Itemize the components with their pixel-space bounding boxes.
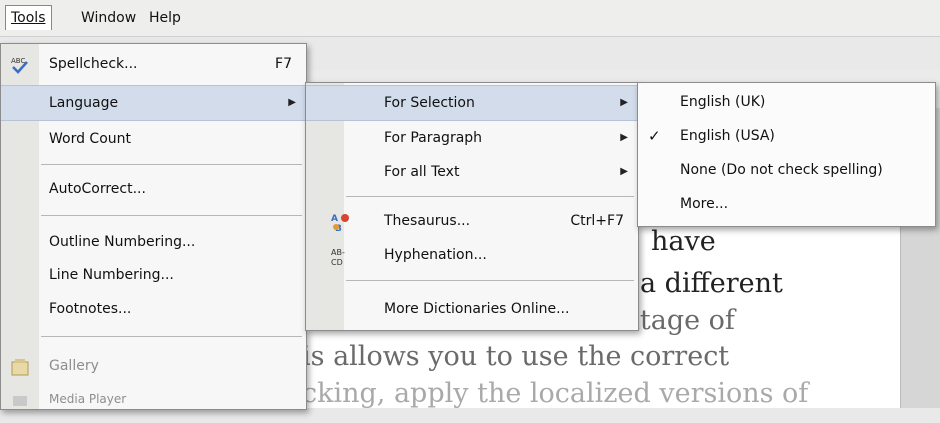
menu-item-gallery[interactable]: Gallery bbox=[1, 349, 306, 383]
menu-item-thesaurus[interactable]: AB Thesaurus... Ctrl+F7 bbox=[306, 204, 638, 238]
hyphenation-icon: AB- CD bbox=[331, 245, 351, 267]
document-text-line: cking, apply the localized versions of bbox=[302, 378, 809, 409]
menu-item-autocorrect[interactable]: AutoCorrect... bbox=[1, 172, 306, 206]
svg-text:CD: CD bbox=[331, 258, 343, 266]
thesaurus-icon: AB bbox=[331, 211, 351, 234]
tools-menu: ABC Spellcheck... F7 Language ▶ Word Cou… bbox=[0, 43, 307, 410]
submenu-arrow-icon: ▶ bbox=[288, 97, 296, 108]
menu-item-english-usa[interactable]: ✓ English (USA) bbox=[638, 119, 935, 153]
media-player-icon bbox=[10, 389, 30, 409]
menu-item-language[interactable]: Language ▶ bbox=[1, 85, 306, 121]
language-submenu: For Selection ▶ For Paragraph ▶ For all … bbox=[305, 82, 639, 331]
menu-item-for-paragraph[interactable]: For Paragraph ▶ bbox=[306, 121, 638, 155]
submenu-arrow-icon: ▶ bbox=[620, 132, 628, 143]
svg-text:AB-: AB- bbox=[331, 248, 345, 257]
svg-text:ABC: ABC bbox=[11, 57, 25, 65]
menu-item-outline-numbering[interactable]: Outline Numbering... bbox=[1, 225, 306, 259]
menu-item-more-languages[interactable]: More... bbox=[638, 187, 935, 221]
menu-separator bbox=[346, 196, 634, 197]
abc-check-icon: ABC bbox=[10, 54, 30, 74]
menu-item-media-player[interactable]: Media Player bbox=[1, 382, 306, 416]
menu-item-for-selection[interactable]: For Selection ▶ bbox=[306, 85, 638, 121]
menu-help[interactable]: Help bbox=[144, 6, 186, 30]
menu-item-line-numbering[interactable]: Line Numbering... bbox=[1, 258, 306, 292]
menu-window[interactable]: Window bbox=[76, 6, 141, 30]
menu-item-hyphenation[interactable]: AB- CD Hyphenation... bbox=[306, 238, 638, 272]
menu-item-english-uk[interactable]: English (UK) bbox=[638, 85, 935, 119]
submenu-arrow-icon: ▶ bbox=[620, 97, 628, 108]
menu-separator bbox=[41, 164, 302, 165]
menu-item-more-dictionaries[interactable]: More Dictionaries Online... bbox=[306, 292, 638, 326]
menu-separator bbox=[346, 280, 634, 281]
menu-separator bbox=[41, 215, 302, 216]
menu-item-for-all-text[interactable]: For all Text ▶ bbox=[306, 155, 638, 189]
menu-item-spellcheck[interactable]: ABC Spellcheck... F7 bbox=[1, 47, 306, 81]
menu-item-none-do-not-check-spelling[interactable]: None (Do not check spelling) bbox=[638, 153, 935, 187]
checkmark-icon: ✓ bbox=[648, 127, 661, 145]
svg-text:A: A bbox=[331, 214, 338, 224]
menu-item-word-count[interactable]: Word Count bbox=[1, 122, 306, 156]
document-text-line: is allows you to use the correct bbox=[302, 341, 730, 372]
document-text-line: a different bbox=[640, 268, 783, 299]
submenu-arrow-icon: ▶ bbox=[620, 166, 628, 177]
menu-item-footnotes[interactable]: Footnotes... bbox=[1, 292, 306, 326]
gallery-icon bbox=[10, 356, 30, 376]
menubar: Tools Window Help bbox=[0, 0, 940, 37]
menu-tools[interactable]: Tools bbox=[5, 5, 52, 30]
document-text-line: have bbox=[651, 226, 716, 257]
for-selection-submenu: English (UK) ✓ English (USA) None (Do no… bbox=[637, 82, 936, 227]
menu-separator bbox=[41, 336, 302, 337]
